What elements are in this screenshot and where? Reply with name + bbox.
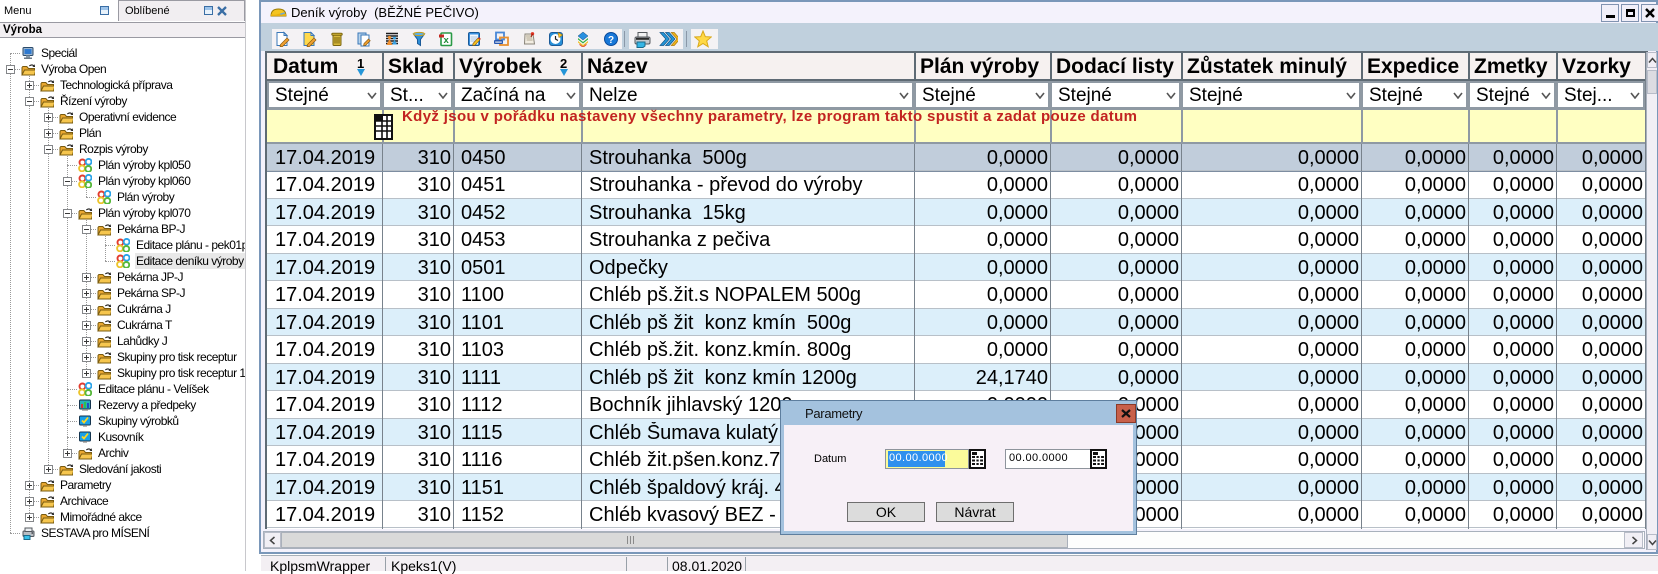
svg-text:?: ? xyxy=(608,35,614,46)
svg-text:x: x xyxy=(444,35,450,46)
